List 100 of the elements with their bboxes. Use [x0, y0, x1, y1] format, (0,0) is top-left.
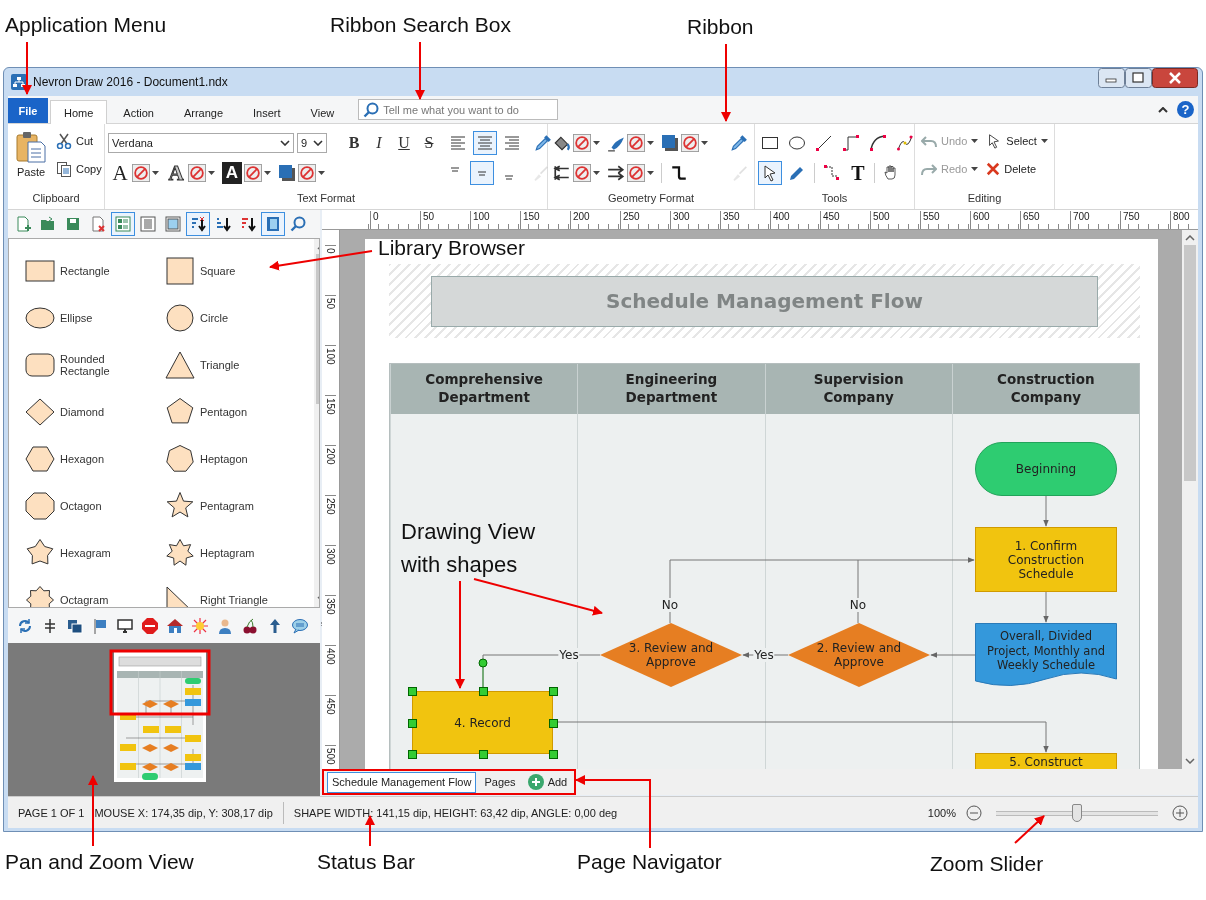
- no-color-swatch-icon[interactable]: [573, 163, 591, 182]
- strikethrough-button[interactable]: S: [418, 130, 440, 155]
- no-color-swatch-icon[interactable]: [188, 163, 206, 182]
- zoom-in-icon[interactable]: [1172, 804, 1188, 821]
- scissors-icon[interactable]: [56, 133, 72, 149]
- help-button[interactable]: ?: [1177, 101, 1194, 118]
- scrollbar[interactable]: [1182, 230, 1198, 769]
- library-item[interactable]: Square: [164, 247, 314, 294]
- copy-button[interactable]: Copy: [53, 156, 105, 182]
- delete-button[interactable]: Delete: [983, 156, 1051, 182]
- callout-label: Page Navigator: [577, 850, 722, 874]
- library-item[interactable]: Octagon: [24, 482, 164, 529]
- selection-handle[interactable]: [549, 718, 558, 728]
- shadow-icon[interactable]: [661, 133, 679, 152]
- callout-label: Ribbon Search Box: [330, 13, 511, 37]
- caret-icon[interactable]: [593, 140, 600, 145]
- text-tool[interactable]: T: [847, 160, 869, 185]
- ribbon-tab[interactable]: Home: [50, 100, 108, 124]
- library-item[interactable]: Octagram: [24, 576, 164, 607]
- bold-button[interactable]: B: [343, 130, 365, 155]
- library-item[interactable]: Hexagon: [24, 435, 164, 482]
- caret-icon[interactable]: [647, 140, 654, 145]
- close-icon[interactable]: [1152, 68, 1198, 88]
- scroll-up-icon[interactable]: [1185, 235, 1195, 241]
- font-color-button[interactable]: A: [108, 160, 161, 185]
- library-item[interactable]: Diamond: [24, 388, 164, 435]
- library-item[interactable]: Pentagon: [164, 388, 314, 435]
- collapse-icon[interactable]: [1158, 106, 1168, 113]
- chevron-down-icon[interactable]: [313, 139, 323, 146]
- chevron-down-icon[interactable]: [280, 139, 290, 146]
- add-icon[interactable]: [527, 774, 544, 790]
- font-size-dropdown[interactable]: 9: [297, 132, 327, 153]
- caret-icon[interactable]: [593, 170, 600, 175]
- delete-icon[interactable]: [986, 162, 1001, 176]
- maximize-icon[interactable]: [1125, 68, 1152, 88]
- no-color-swatch-icon[interactable]: [627, 133, 645, 152]
- library-item[interactable]: Hexagram: [24, 529, 164, 576]
- page-tab[interactable]: Schedule Management Flow: [327, 771, 477, 793]
- caret-icon[interactable]: [1040, 139, 1048, 143]
- paste-button[interactable]: Paste: [11, 128, 51, 192]
- caret-icon[interactable]: [264, 170, 271, 175]
- arrow-end-icon[interactable]: [607, 163, 625, 182]
- arrow-start-icon[interactable]: [553, 163, 571, 182]
- library-item[interactable]: Ellipse: [24, 294, 164, 341]
- ruler-label: 350: [325, 595, 336, 615]
- clipboard-icon[interactable]: [15, 131, 47, 163]
- no-color-swatch-icon[interactable]: [298, 163, 316, 182]
- italic-button[interactable]: I: [368, 130, 390, 155]
- text-highlight-button[interactable]: A: [220, 160, 273, 185]
- ribbon-tab[interactable]: Insert: [239, 100, 295, 124]
- selection-handle[interactable]: [478, 750, 488, 759]
- document-shape: Overall, Divided Project, Monthly and Weekly Schedule: [975, 623, 1117, 687]
- selection-handle[interactable]: [478, 687, 488, 696]
- library-item[interactable]: Pentagram: [164, 482, 314, 529]
- underline-button[interactable]: U: [393, 130, 415, 155]
- process-box: 1. Confirm Construction Schedule: [975, 527, 1117, 592]
- ribbon-tab[interactable]: View: [296, 100, 349, 124]
- selection-handle[interactable]: [408, 687, 417, 696]
- no-color-swatch-icon[interactable]: [573, 133, 591, 152]
- search-box[interactable]: Tell me what you want to do: [358, 99, 559, 120]
- selection-handle[interactable]: [408, 750, 417, 759]
- no-color-swatch-icon[interactable]: [244, 163, 262, 182]
- ruler-label: 50: [420, 211, 435, 229]
- zoom-out-icon[interactable]: [966, 804, 982, 821]
- add-page-button[interactable]: Add: [523, 771, 572, 793]
- ribbon-tab[interactable]: Action: [109, 100, 168, 124]
- library-item[interactable]: Rectangle: [24, 247, 164, 294]
- caret-icon[interactable]: [152, 170, 159, 175]
- copy-icon[interactable]: [56, 161, 72, 177]
- selection-handle[interactable]: [549, 750, 558, 759]
- library-item[interactable]: Heptagon: [164, 435, 314, 482]
- select-button[interactable]: Select: [983, 128, 1051, 154]
- font-dropdown[interactable]: Verdana: [108, 132, 294, 153]
- pages-button[interactable]: Pages: [480, 771, 520, 793]
- scroll-down-icon[interactable]: [1185, 758, 1195, 764]
- shadow-icon[interactable]: [278, 163, 296, 182]
- slider-thumb[interactable]: [1072, 803, 1082, 822]
- ribbon-tab[interactable]: Arrange: [169, 100, 238, 124]
- caret-icon[interactable]: [208, 170, 215, 175]
- library-item[interactable]: Triangle: [164, 341, 314, 388]
- caret-icon[interactable]: [318, 170, 325, 175]
- search-input[interactable]: Tell me what you want to do: [383, 103, 554, 116]
- no-color-swatch-icon[interactable]: [132, 163, 150, 182]
- status-text: SHAPE WIDTH: 141,15 dip, HEIGHT: 63,42 dip, ANGLE: 0,00 deg: [293, 806, 618, 819]
- ruler-label: 650: [1020, 211, 1040, 229]
- caret-icon[interactable]: [701, 140, 708, 145]
- selection-handle[interactable]: [549, 687, 558, 696]
- library-item[interactable]: Rounded Rectangle: [24, 341, 164, 388]
- library-item[interactable]: Heptagram: [164, 529, 314, 576]
- cut-button[interactable]: Cut: [53, 128, 105, 154]
- text-outline-button[interactable]: A: [164, 160, 217, 185]
- no-color-swatch-icon[interactable]: [681, 133, 699, 152]
- no-color-swatch-icon[interactable]: [627, 163, 645, 182]
- file-menu-button[interactable]: File: [8, 98, 48, 123]
- page-thumbnail-drawing[interactable]: [109, 649, 211, 783]
- ruler-label: 500: [870, 211, 890, 229]
- library-item[interactable]: Circle: [164, 294, 314, 341]
- selection-handle[interactable]: [408, 718, 417, 728]
- minimize-icon[interactable]: [1098, 68, 1125, 88]
- caret-icon[interactable]: [647, 170, 654, 175]
